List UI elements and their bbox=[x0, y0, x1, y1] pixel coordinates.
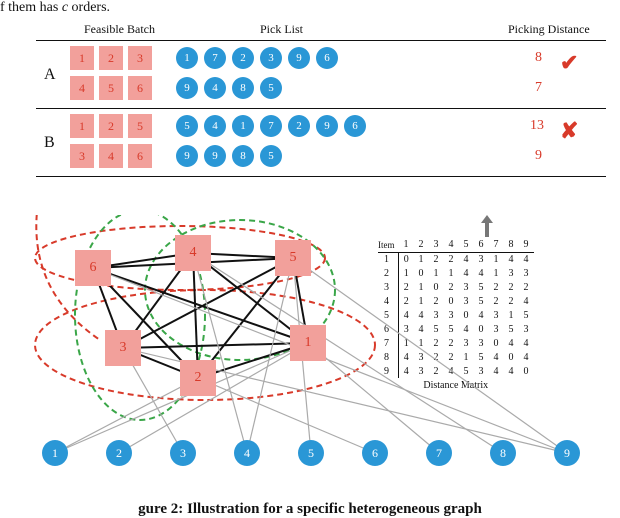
graph-order-node: 1 bbox=[290, 325, 326, 361]
order-box: 2 bbox=[99, 114, 123, 138]
heterogeneous-graph: 1 2 3 4 5 6 1 2 3 4 5 6 7 8 9 bbox=[20, 215, 600, 475]
graph-order-node: 6 bbox=[75, 250, 111, 286]
distance-value: 8 bbox=[535, 50, 542, 66]
pick-item: 6 bbox=[316, 47, 338, 69]
graph-item-node: 4 bbox=[234, 440, 260, 466]
graph-item-node: 3 bbox=[170, 440, 196, 466]
header-picking-distance: Picking Distance bbox=[508, 22, 590, 37]
order-box: 1 bbox=[70, 46, 94, 70]
pick-item: 3 bbox=[260, 47, 282, 69]
pick-item: 5 bbox=[260, 77, 282, 99]
graph-order-node: 3 bbox=[105, 330, 141, 366]
separator-top bbox=[36, 40, 606, 41]
pick-item: 5 bbox=[176, 115, 198, 137]
header-pick-list: Pick List bbox=[260, 22, 303, 37]
distance-value: 7 bbox=[535, 80, 542, 96]
order-box: 4 bbox=[70, 76, 94, 100]
pick-item: 9 bbox=[316, 115, 338, 137]
graph-item-node: 2 bbox=[106, 440, 132, 466]
order-box: 5 bbox=[99, 76, 123, 100]
order-box: 3 bbox=[70, 144, 94, 168]
order-box: 5 bbox=[128, 114, 152, 138]
pick-item: 2 bbox=[288, 115, 310, 137]
pick-item: 1 bbox=[176, 47, 198, 69]
pick-item: 7 bbox=[204, 47, 226, 69]
graph-item-node: 9 bbox=[554, 440, 580, 466]
graph-item-node: 8 bbox=[490, 440, 516, 466]
scenario-a-label: A bbox=[44, 66, 56, 84]
separator-bottom bbox=[36, 176, 606, 177]
fragment-prefix: f them has bbox=[0, 0, 62, 15]
separator-mid bbox=[36, 108, 606, 109]
distance-value: 9 bbox=[535, 148, 542, 164]
fragment-text: f them has c orders. bbox=[0, 0, 110, 16]
order-box: 4 bbox=[99, 144, 123, 168]
graph-order-node: 5 bbox=[275, 240, 311, 276]
pick-item: 1 bbox=[232, 115, 254, 137]
graph-order-node: 2 bbox=[180, 360, 216, 396]
order-box: 6 bbox=[128, 144, 152, 168]
pick-item: 6 bbox=[344, 115, 366, 137]
pick-item: 8 bbox=[232, 77, 254, 99]
pick-item: 8 bbox=[232, 145, 254, 167]
order-box: 3 bbox=[128, 46, 152, 70]
checkmark-icon: ✔ bbox=[560, 50, 578, 76]
graph-order-node: 4 bbox=[175, 235, 211, 271]
order-box: 6 bbox=[128, 76, 152, 100]
pick-item: 9 bbox=[288, 47, 310, 69]
pick-item: 9 bbox=[204, 145, 226, 167]
order-box: 2 bbox=[99, 46, 123, 70]
graph-item-node: 5 bbox=[298, 440, 324, 466]
order-box: 1 bbox=[70, 114, 94, 138]
graph-item-node: 1 bbox=[42, 440, 68, 466]
scenario-b-label: B bbox=[44, 134, 55, 152]
cross-icon: ✘ bbox=[560, 118, 578, 144]
distance-value: 13 bbox=[530, 118, 544, 134]
fragment-suffix: orders. bbox=[68, 0, 110, 15]
figure-caption: gure 2: Illustration for a specific hete… bbox=[0, 501, 620, 518]
pick-item: 7 bbox=[260, 115, 282, 137]
pick-item: 9 bbox=[176, 77, 198, 99]
pick-item: 9 bbox=[176, 145, 198, 167]
pick-item: 4 bbox=[204, 77, 226, 99]
graph-item-node: 6 bbox=[362, 440, 388, 466]
pick-item: 5 bbox=[260, 145, 282, 167]
pick-item: 2 bbox=[232, 47, 254, 69]
graph-item-node: 7 bbox=[426, 440, 452, 466]
pick-item: 4 bbox=[204, 115, 226, 137]
header-feasible-batch: Feasible Batch bbox=[84, 22, 155, 37]
